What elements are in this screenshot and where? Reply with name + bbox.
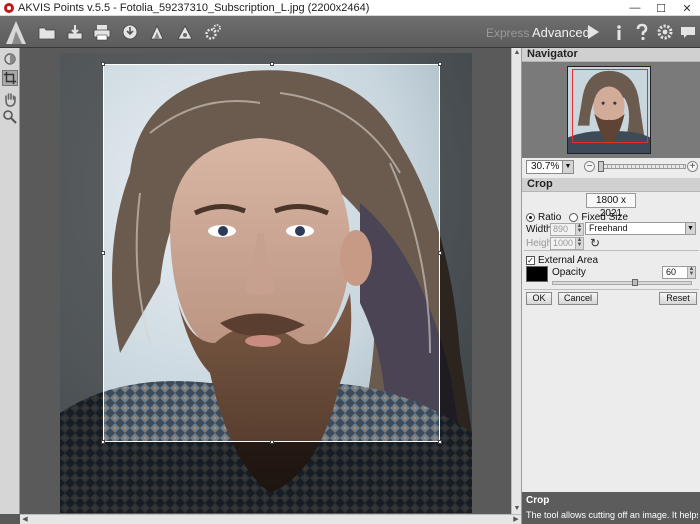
minimize-button[interactable]: — [622, 0, 648, 16]
external-area-checkbox[interactable]: ✓ [526, 255, 535, 265]
share-icon[interactable] [121, 23, 139, 41]
window-title: AKVIS Points v.5.5 - Fotolia_59237310_Su… [18, 1, 370, 14]
height-row: Height 1000 ▲ ▼ ↻ [526, 236, 600, 250]
settings-gear-icon[interactable] [204, 23, 222, 41]
before-after-icon[interactable] [2, 51, 18, 67]
divider [524, 289, 699, 290]
crop-handle-top-right[interactable] [438, 62, 442, 66]
title-bar: AKVIS Points v.5.5 - Fotolia_59237310_Su… [0, 0, 700, 16]
height-input[interactable]: 1000 ▲ ▼ [550, 236, 584, 250]
help-panel: Crop The tool allows cutting off an imag… [522, 492, 700, 524]
zoom-slider-thumb[interactable] [598, 161, 604, 172]
horizontal-scrollbar[interactable]: ◀ ▶ [20, 514, 521, 524]
help-icon[interactable] [633, 23, 651, 41]
scroll-up-icon[interactable]: ▲ [513, 48, 521, 58]
opacity-slider-thumb[interactable] [632, 279, 638, 286]
presets-icon[interactable] [176, 23, 194, 41]
preferences-icon[interactable] [656, 23, 674, 41]
print-icon[interactable] [93, 23, 111, 41]
divider [524, 250, 699, 251]
scroll-down-icon[interactable]: ▼ [513, 504, 521, 514]
run-icon[interactable] [584, 23, 602, 41]
height-spinner-icon[interactable]: ▲ ▼ [575, 237, 583, 249]
preset-dropdown-icon[interactable]: ▼ [685, 223, 695, 234]
crop-title: Crop [527, 178, 553, 190]
ratio-radio[interactable] [526, 212, 535, 222]
app-logo-icon [4, 2, 14, 13]
zoom-in-icon[interactable]: + [687, 161, 698, 172]
preset-value: Freehand [589, 223, 628, 233]
navigator-view[interactable] [522, 62, 700, 158]
akvis-logo-icon [2, 18, 30, 46]
external-area-label: External Area [538, 254, 599, 266]
zoom-slider[interactable] [598, 164, 686, 169]
zoom-controls: 30.7% ▼ − + [522, 158, 700, 176]
scroll-right-icon[interactable]: ▶ [511, 515, 521, 524]
height-value: 1000 [553, 237, 574, 248]
crop-handle-bottom-left[interactable] [101, 440, 105, 444]
tools-panel [0, 48, 20, 514]
help-title: Crop [526, 495, 550, 506]
ok-button[interactable]: OK [526, 292, 552, 305]
width-value: 890 [553, 223, 569, 234]
height-label: Height [526, 237, 555, 249]
crop-header: Crop [522, 178, 700, 192]
opacity-slider[interactable] [552, 281, 692, 285]
advanced-mode-tab[interactable]: Advanced [532, 25, 590, 40]
external-area-row: ✓ External Area [526, 253, 598, 267]
width-label: Width [526, 223, 552, 235]
express-mode-tab[interactable]: Express [486, 26, 529, 40]
opacity-label: Opacity [552, 267, 586, 278]
navigator-view-rect[interactable] [572, 69, 648, 143]
zoom-icon[interactable] [2, 109, 18, 125]
opacity-value: 60 [666, 267, 677, 277]
crop-handle-top[interactable] [270, 62, 274, 66]
image-canvas[interactable] [20, 48, 511, 514]
navigator-header: Navigator [522, 48, 700, 62]
navigator-title: Navigator [527, 48, 578, 60]
main-toolbar: Express Advanced [0, 16, 700, 48]
crop-handle-bottom[interactable] [270, 440, 274, 444]
scroll-left-icon[interactable]: ◀ [20, 515, 30, 524]
zoom-out-icon[interactable]: − [584, 161, 595, 172]
batch-icon[interactable] [148, 23, 166, 41]
fixed-size-label: Fixed Size [581, 211, 629, 223]
reset-button[interactable]: Reset [659, 292, 697, 305]
rotate-icon[interactable]: ↻ [590, 236, 600, 250]
preset-select[interactable]: Freehand ▼ [585, 222, 696, 235]
external-area-color-swatch[interactable] [526, 266, 548, 282]
close-button[interactable]: ✕ [674, 0, 700, 16]
ratio-label: Ratio [538, 211, 562, 223]
crop-size-readout: 1800 x 2021 [586, 193, 636, 219]
crop-frame[interactable] [101, 62, 442, 444]
info-icon[interactable] [610, 23, 628, 41]
cancel-button[interactable]: Cancel [558, 292, 598, 305]
width-spinner-icon[interactable]: ▲ ▼ [575, 223, 583, 235]
crop-handle-left[interactable] [101, 251, 105, 255]
crop-handle-bottom-right[interactable] [438, 440, 442, 444]
hand-icon[interactable] [2, 91, 18, 107]
save-image-icon[interactable] [66, 23, 84, 41]
maximize-button[interactable]: ☐ [648, 0, 674, 16]
width-row: Width 890 ▲ ▼ [526, 222, 584, 236]
width-input[interactable]: 890 ▲ ▼ [550, 222, 584, 236]
help-text: The tool allows cutting off an image. It… [526, 510, 698, 520]
crop-handle-right[interactable] [438, 251, 442, 255]
window-controls: — ☐ ✕ [622, 0, 700, 16]
comment-icon[interactable] [679, 23, 697, 41]
fixed-size-radio[interactable] [569, 212, 579, 222]
crop-icon[interactable] [2, 70, 18, 86]
open-image-icon[interactable] [38, 23, 56, 41]
vertical-scrollbar[interactable]: ▲ ▼ [511, 48, 521, 514]
zoom-dropdown-icon[interactable]: ▼ [562, 160, 574, 174]
settings-panel: Navigator 30.7% ▼ − + Crop 1800 x 2021 R… [521, 48, 700, 524]
navigator-thumbnail[interactable] [567, 66, 651, 154]
opacity-input[interactable]: 60 ▲ ▼ [662, 266, 696, 279]
crop-handle-top-left[interactable] [101, 62, 105, 66]
opacity-spinner-icon[interactable]: ▲ ▼ [687, 266, 695, 278]
